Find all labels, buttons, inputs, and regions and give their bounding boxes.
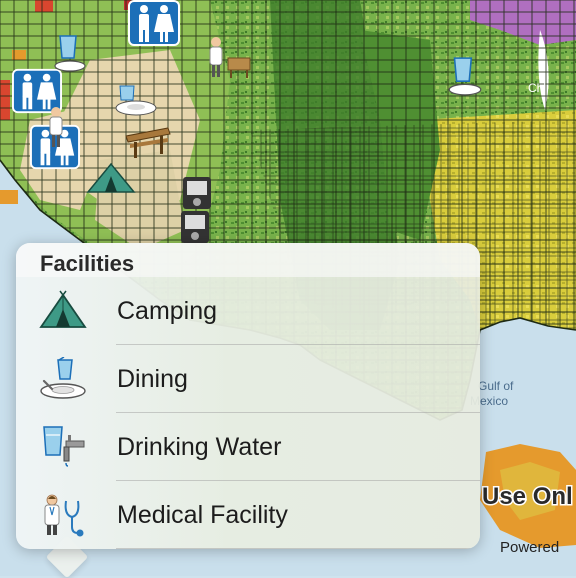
dump-station-icon[interactable] <box>182 176 212 210</box>
dump-station-icon[interactable] <box>180 210 210 244</box>
dining-icon <box>38 357 88 401</box>
list-item-label: Dining <box>117 365 188 393</box>
picnic-icon[interactable] <box>122 124 172 162</box>
list-item-label: Medical Facility <box>117 501 288 529</box>
dining-icon[interactable] <box>112 84 158 118</box>
list-item-label: Drinking Water <box>117 433 282 461</box>
ocean-label-1: Gulf of <box>478 379 514 393</box>
city-label: Chi <box>528 81 546 95</box>
drinking-water-icon[interactable] <box>52 34 88 74</box>
divider <box>116 548 480 549</box>
camping-icon <box>38 289 88 333</box>
popover-title: Facilities <box>40 251 135 276</box>
list-item-drinking-water[interactable]: Drinking Water <box>16 413 480 481</box>
drinking-water-icon <box>38 425 88 469</box>
popover-header: Facilities <box>16 243 480 277</box>
medical-facility-icon <box>38 493 88 537</box>
list-item-dining[interactable]: Dining <box>16 345 480 413</box>
drinking-water-icon[interactable] <box>446 56 484 98</box>
list-item-medical-facility[interactable]: Medical Facility <box>16 481 480 549</box>
medical-facility-icon[interactable] <box>40 104 72 150</box>
attribution-text: Powered <box>500 539 559 556</box>
list-item-camping[interactable]: Camping <box>16 277 480 345</box>
medical-facility-icon[interactable] <box>202 34 254 80</box>
overlay-text: Use Onl <box>482 483 573 510</box>
camping-icon[interactable] <box>86 162 136 196</box>
restroom-icon[interactable] <box>128 0 180 46</box>
facilities-popover: Facilities Camping Dining Drinking Water… <box>16 243 480 549</box>
list-item-label: Camping <box>117 297 218 325</box>
